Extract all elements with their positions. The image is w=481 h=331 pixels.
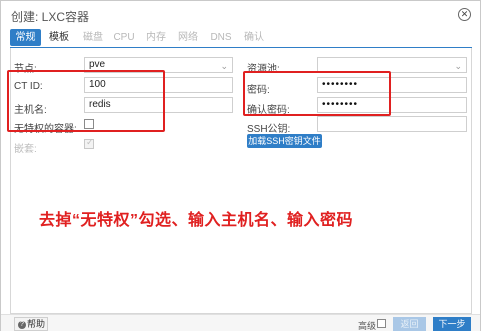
tab-general[interactable]: 常规 [10,29,41,46]
tab-network[interactable]: 网络 [175,29,201,46]
tab-memory[interactable]: 内存 [143,29,169,46]
load-ssh-key-button[interactable]: 加载SSH密钥文件 [247,134,322,148]
create-lxc-dialog: 创建: LXC容器 ✕ 常规 模板 磁盘 CPU 内存 网络 DNS 确认 节点… [0,0,481,331]
tab-confirm[interactable]: 确认 [241,29,267,46]
help-label: 帮助 [27,319,46,329]
help-icon: ? [18,320,26,329]
annotation-text: 去掉“无特权”勾选、输入主机名、输入密码 [39,212,354,229]
tab-cpu[interactable]: CPU [111,29,137,46]
help-button[interactable]: ? 帮助 [14,317,48,331]
dialog-footer: ? 帮助 高级 返回 下一步 [1,314,480,331]
ssh-key-input[interactable] [317,116,467,132]
nesting-label: 嵌套: [14,144,37,155]
nesting-checkbox[interactable] [84,137,94,149]
chevron-down-icon[interactable]: ⌄ [454,59,462,73]
advanced-label: 高级 [358,321,377,331]
next-button[interactable]: 下一步 [433,317,471,331]
tab-disk[interactable]: 磁盘 [80,29,106,46]
annotation-box-left [7,70,165,132]
advanced-checkbox[interactable] [377,319,386,328]
close-icon[interactable]: ✕ [458,8,471,21]
ssh-key-label: SSH公钥: [247,124,291,135]
annotation-box-right [243,71,391,116]
tab-dns[interactable]: DNS [208,29,234,46]
dialog-titlebar: 创建: LXC容器 ✕ [1,1,480,29]
node-value: pve [89,59,106,70]
dialog-title: 创建: LXC容器 [11,10,90,24]
back-button[interactable]: 返回 [393,317,426,331]
tab-template[interactable]: 模板 [44,29,74,46]
chevron-down-icon[interactable]: ⌄ [220,59,228,73]
